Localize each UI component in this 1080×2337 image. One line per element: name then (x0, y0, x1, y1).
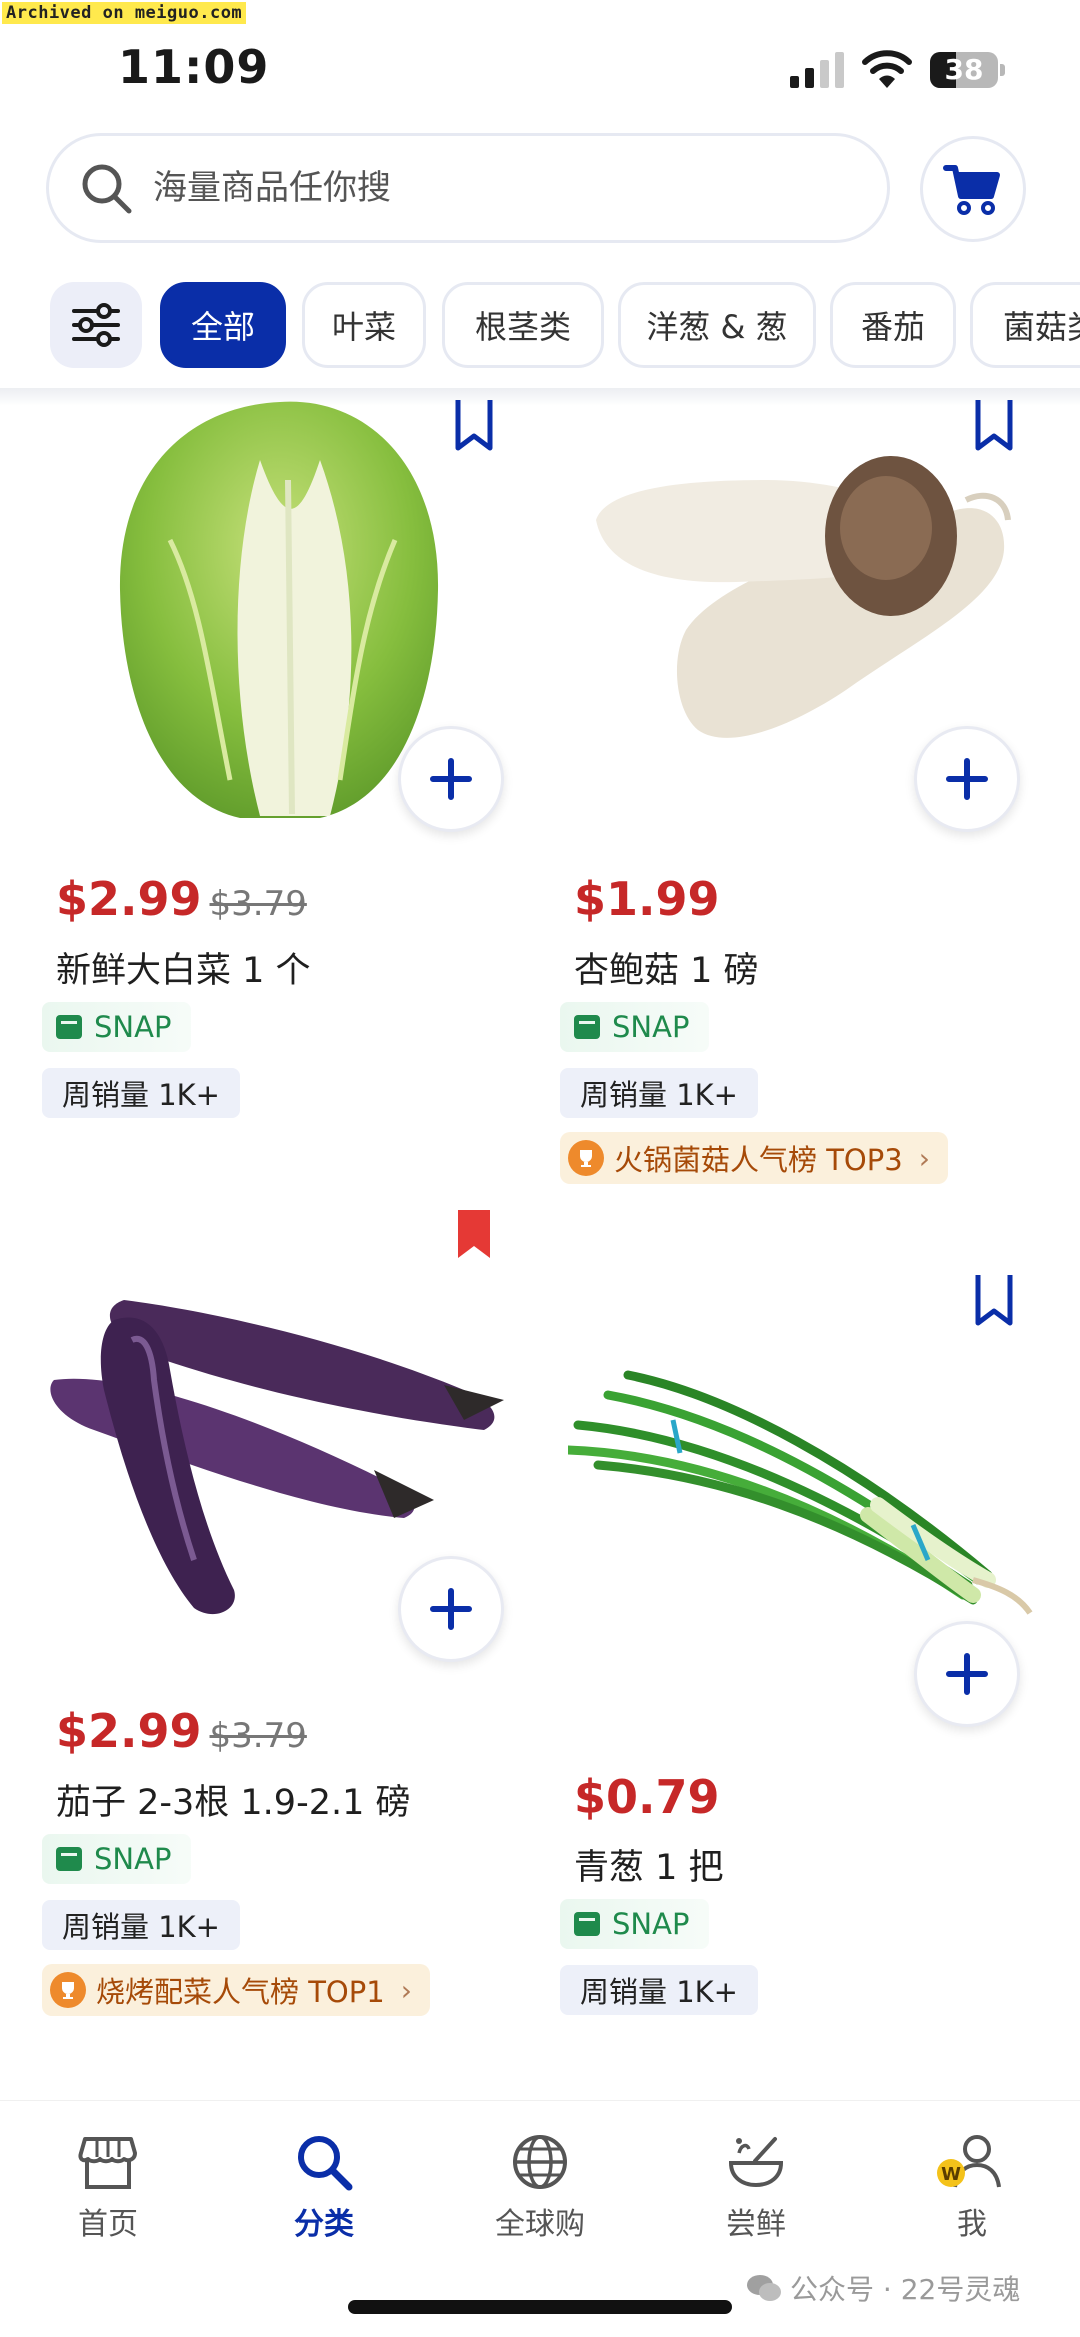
snap-card-icon (56, 1015, 82, 1039)
plus-icon (430, 758, 472, 800)
wifi-icon (862, 50, 912, 88)
ranking-badge[interactable]: 火锅菌菇人气榜 TOP3 › (560, 1132, 948, 1184)
snap-badge: SNAP (560, 1002, 710, 1052)
product-card[interactable]: $2.99 $3.79 茄子 2-3根 1.9-2.1 磅 SNAP 周销量 1… (0, 1210, 540, 2016)
tab-category[interactable]: 分类 (244, 2131, 404, 2251)
product-price: $1.99 (574, 872, 720, 926)
product-original-price: $3.79 (209, 884, 307, 924)
ranking-badge[interactable]: 烧烤配菜人气榜 TOP1 › (42, 1964, 430, 2016)
wechat-watermark: 公众号 · 22号灵魂 (746, 2268, 1020, 2308)
search-input[interactable] (153, 168, 833, 208)
product-name: 杏鲍菇 1 磅 (574, 951, 759, 991)
plus-icon (430, 1588, 472, 1630)
filter-settings-button[interactable] (50, 282, 142, 368)
cellular-signal-icon (790, 52, 844, 88)
product-name: 新鲜大白菜 1 个 (56, 951, 311, 991)
product-original-price: $3.79 (209, 1716, 307, 1756)
store-icon (78, 2137, 137, 2189)
product-price: $2.99 (56, 872, 202, 926)
product-name: 青葱 1 把 (574, 1848, 724, 1888)
battery-icon: 38 (930, 52, 1005, 88)
sliders-icon (72, 303, 120, 347)
add-to-cart-button[interactable] (914, 1621, 1020, 1727)
snap-card-icon (56, 1847, 82, 1871)
weekly-sales-badge: 周销量 1K+ (42, 1900, 240, 1950)
chevron-right-icon: › (918, 1141, 930, 1175)
cart-icon (943, 165, 1000, 215)
napa-cabbage-image (119, 401, 439, 818)
category-filter-bar: 全部 叶菜 根茎类 洋葱 & 葱 番茄 菌菇类 (0, 280, 1080, 372)
search-icon (82, 164, 132, 214)
status-time: 11:09 (118, 40, 270, 94)
king-oyster-mushroom-image (596, 456, 1011, 738)
bookmark-icon[interactable] (974, 400, 1014, 454)
product-name: 茄子 2-3根 1.9-2.1 磅 (56, 1783, 411, 1823)
product-card[interactable]: $2.99 $3.79 新鲜大白菜 1 个 SNAP 周销量 1K+ (0, 400, 540, 1160)
bookmark-icon[interactable] (974, 1275, 1014, 1329)
product-card[interactable]: $1.99 杏鲍菇 1 磅 SNAP 周销量 1K+ 火锅菌菇人气榜 TOP3 … (540, 400, 1080, 1200)
trophy-icon (50, 1972, 86, 2008)
filter-chip-mushroom[interactable]: 菌菇类 (970, 282, 1080, 368)
add-to-cart-button[interactable] (398, 1556, 504, 1662)
bookmark-icon[interactable] (454, 400, 494, 454)
user-icon: W (937, 2135, 1001, 2188)
filter-chip-onion[interactable]: 洋葱 & 葱 (618, 282, 816, 368)
search-icon (298, 2136, 353, 2191)
product-card[interactable]: $0.79 青葱 1 把 SNAP 周销量 1K+ (540, 1275, 1080, 2055)
wechat-icon (747, 2275, 781, 2301)
snap-badge: SNAP (560, 1899, 710, 1949)
product-price: $0.79 (574, 1770, 720, 1824)
battery-level: 38 (944, 53, 984, 86)
tab-home[interactable]: 首页 (28, 2131, 188, 2251)
app-screen: Archived on meiguo.com 11:09 38 海量商品任你搜 … (0, 0, 1080, 2337)
weekly-sales-badge: 周销量 1K+ (560, 1068, 758, 1118)
archive-watermark: Archived on meiguo.com (2, 2, 247, 24)
tab-try-new[interactable]: 尝鲜 (676, 2131, 836, 2251)
filter-chip-leafy[interactable]: 叶菜 (302, 282, 426, 368)
snap-card-icon (574, 1015, 600, 1039)
filter-chip-tomato[interactable]: 番茄 (830, 282, 956, 368)
bowl-icon (728, 2137, 784, 2188)
tab-me[interactable]: W 我 (892, 2131, 1052, 2251)
tab-global[interactable]: 全球购 (460, 2131, 620, 2251)
plus-icon (946, 758, 988, 800)
product-price: $2.99 (56, 1704, 202, 1758)
trophy-icon (568, 1140, 604, 1176)
weekly-sales-badge: 周销量 1K+ (560, 1965, 758, 2015)
bookmark-filled-icon[interactable] (454, 1210, 494, 1264)
home-indicator[interactable] (348, 2300, 732, 2314)
member-badge-text: W (941, 2164, 961, 2185)
snap-card-icon (574, 1912, 600, 1936)
snap-badge: SNAP (42, 1002, 192, 1052)
globe-icon (513, 2135, 567, 2189)
snap-badge: SNAP (42, 1834, 192, 1884)
add-to-cart-button[interactable] (398, 726, 504, 832)
filter-chip-all[interactable]: 全部 (160, 282, 286, 368)
scallion-image (568, 1370, 1033, 1615)
plus-icon (946, 1653, 988, 1695)
search-bar[interactable] (46, 133, 890, 243)
chevron-right-icon: › (400, 1973, 412, 2007)
cart-button[interactable] (920, 136, 1026, 242)
weekly-sales-badge: 周销量 1K+ (42, 1068, 240, 1118)
filter-chip-root[interactable]: 根茎类 (442, 282, 604, 368)
add-to-cart-button[interactable] (914, 726, 1020, 832)
